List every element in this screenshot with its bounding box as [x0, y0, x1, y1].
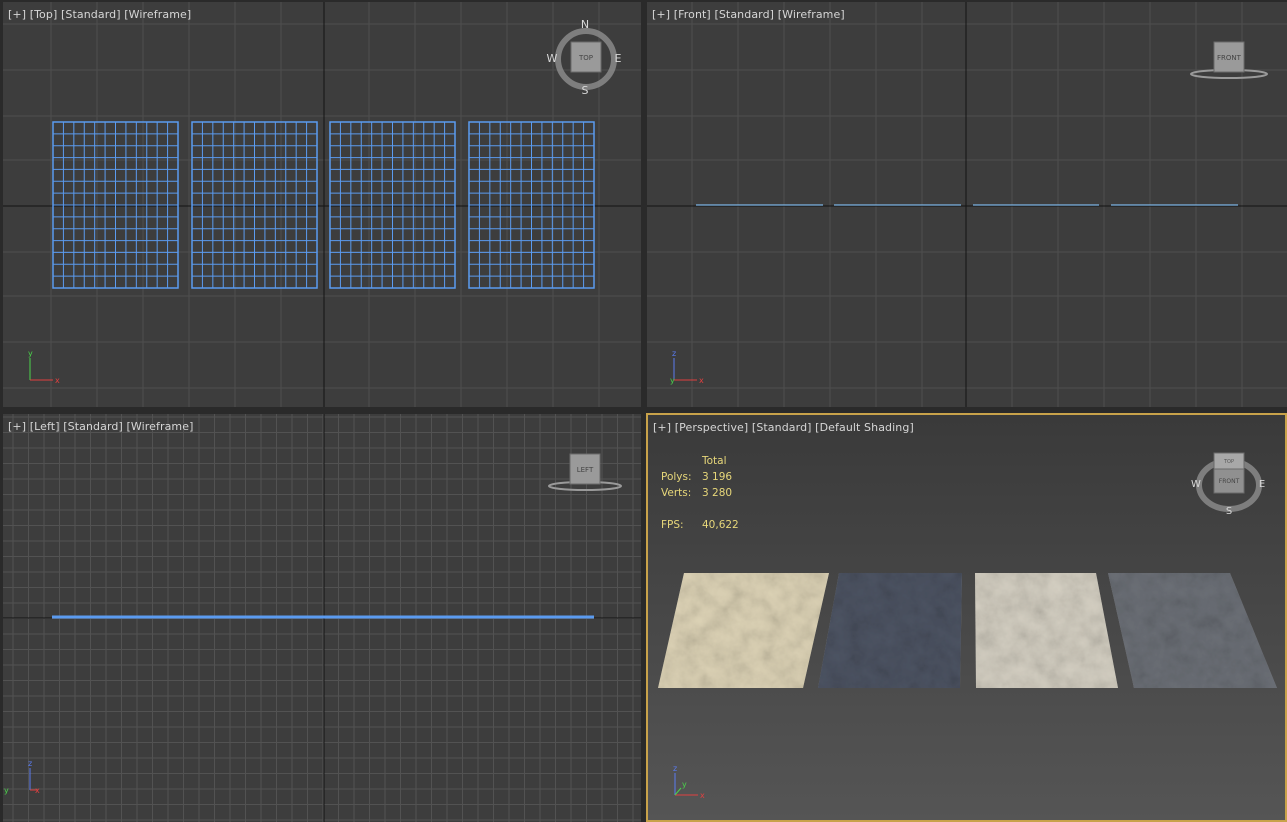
- viewport-left[interactable]: [+] [Left] [Standard] [Wireframe] LEFT z…: [3, 414, 641, 822]
- axis-y-label: y: [670, 376, 675, 385]
- viewport-perspective[interactable]: [+] [Perspective] [Standard] [Default Sh…: [646, 413, 1287, 822]
- axis-x-label: x: [700, 791, 705, 800]
- axis-x-label: x: [35, 786, 40, 795]
- axis-x-label: x: [699, 376, 704, 385]
- axis-x-label: x: [55, 376, 60, 385]
- axis-tripod-top: y x: [28, 349, 60, 385]
- axis-z-label: z: [673, 764, 677, 773]
- axis-z-label: z: [672, 349, 676, 358]
- axis-y-label: y: [4, 786, 9, 795]
- viewport-top[interactable]: [+] [Top] [Standard] [Wireframe] TOP N S…: [3, 2, 641, 407]
- axis-tripod-left: z x y: [4, 759, 40, 795]
- axis-tripod-perspective: z x y: [673, 764, 705, 800]
- viewport-front[interactable]: [+] [Front] [Standard] [Wireframe] FRONT…: [647, 2, 1287, 407]
- axis-y-label: y: [28, 349, 33, 358]
- axis-z-label: z: [28, 759, 32, 768]
- axis-tripod-front: z x y: [670, 349, 704, 385]
- axis-y-label: y: [682, 780, 687, 789]
